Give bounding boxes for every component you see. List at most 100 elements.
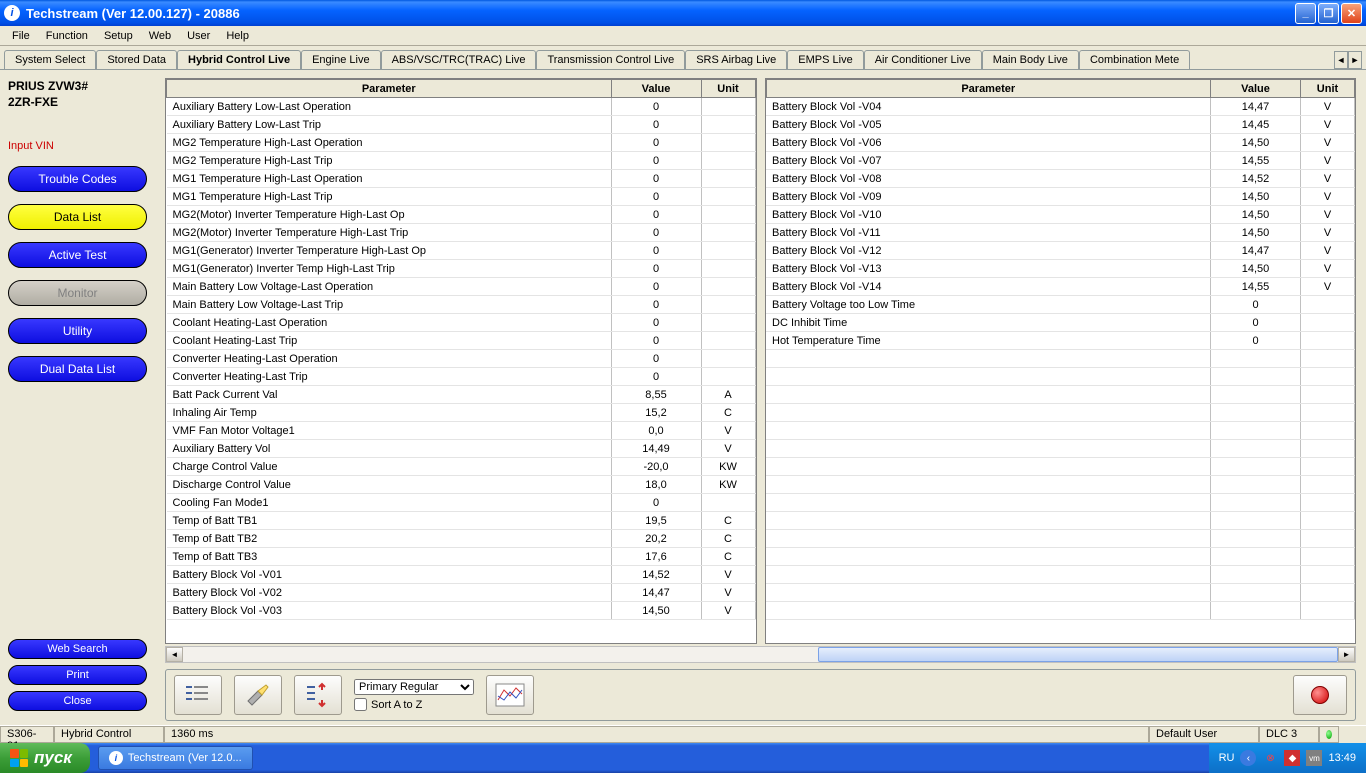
table-row[interactable]: Batt Pack Current Val8,55A [167,386,756,404]
tab-combination-mete[interactable]: Combination Mete [1079,50,1190,69]
trouble-codes-button[interactable]: Trouble Codes [8,166,147,192]
menu-setup[interactable]: Setup [96,28,141,44]
table-row[interactable]: Temp of Batt TB317,6C [167,548,756,566]
table-row[interactable]: Inhaling Air Temp15,2C [167,404,756,422]
tray-vm-icon[interactable]: vm [1306,750,1322,766]
expand-list-button[interactable] [294,675,342,715]
table-row[interactable]: Cooling Fan Mode10 [167,494,756,512]
table-row[interactable]: Battery Block Vol -V0214,47V [167,584,756,602]
menu-file[interactable]: File [4,28,38,44]
record-button[interactable] [1293,675,1347,715]
tab-srs-airbag-live[interactable]: SRS Airbag Live [685,50,787,69]
table-row[interactable]: Auxiliary Battery Vol14,49V [167,440,756,458]
maximize-button[interactable]: ❐ [1318,3,1339,24]
table-row[interactable]: Temp of Batt TB119,5C [167,512,756,530]
sort-checkbox-label[interactable]: Sort A to Z [354,698,474,711]
tab-abs-vsc-trc-trac-live[interactable]: ABS/VSC/TRC(TRAC) Live [381,50,537,69]
scroll-right-icon[interactable]: ► [1338,647,1355,662]
table-row[interactable]: Discharge Control Value18,0KW [167,476,756,494]
dual-data-list-button[interactable]: Dual Data List [8,356,147,382]
tray-security-icon[interactable]: ◆ [1284,750,1300,766]
flashlight-button[interactable] [234,675,282,715]
table-row[interactable]: MG2 Temperature High-Last Operation0 [167,134,756,152]
table-row[interactable]: Auxiliary Battery Low-Last Trip0 [167,116,756,134]
col-value[interactable]: Value [611,80,701,98]
table-row[interactable]: Battery Block Vol -V1414,55V [766,278,1355,296]
table-row[interactable]: Converter Heating-Last Operation0 [167,350,756,368]
table-row[interactable]: MG1 Temperature High-Last Trip0 [167,188,756,206]
table-row[interactable]: MG2(Motor) Inverter Temperature High-Las… [167,224,756,242]
tab-main-body-live[interactable]: Main Body Live [982,50,1079,69]
graph-button[interactable] [486,675,534,715]
table-row[interactable]: Battery Block Vol -V0414,47V [766,98,1355,116]
table-row[interactable]: Battery Block Vol -V0314,50V [167,602,756,620]
table-row[interactable]: DC Inhibit Time0 [766,314,1355,332]
display-mode-select[interactable]: Primary Regular [354,679,474,695]
taskbar-app[interactable]: i Techstream (Ver 12.0... [98,746,253,770]
data-list-button[interactable]: Data List [8,204,147,230]
tab-emps-live[interactable]: EMPS Live [787,50,863,69]
tab-transmission-control-live[interactable]: Transmission Control Live [536,50,685,69]
tab-system-select[interactable]: System Select [4,50,96,69]
table-row[interactable]: VMF Fan Motor Voltage10,0V [167,422,756,440]
system-tray[interactable]: RU ‹ ⊗ ◆ vm 13:49 [1209,743,1366,773]
table-row[interactable]: Battery Block Vol -V0714,55V [766,152,1355,170]
table-row[interactable]: Hot Temperature Time0 [766,332,1355,350]
start-button[interactable]: пуск [0,743,90,773]
tab-engine-live[interactable]: Engine Live [301,50,381,69]
table-row[interactable]: Battery Block Vol -V0814,52V [766,170,1355,188]
menu-function[interactable]: Function [38,28,96,44]
table-row[interactable]: MG2 Temperature High-Last Trip0 [167,152,756,170]
table-row[interactable]: Battery Block Vol -V0614,50V [766,134,1355,152]
horizontal-scrollbar[interactable]: ◄ ► [165,646,1356,663]
col-parameter[interactable]: Parameter [766,80,1211,98]
tab-scroll-left[interactable]: ◄ [1334,51,1348,69]
menu-user[interactable]: User [179,28,218,44]
table-row[interactable]: Coolant Heating-Last Operation0 [167,314,756,332]
tray-lang[interactable]: RU [1219,752,1235,764]
table-row[interactable]: Battery Block Vol -V1314,50V [766,260,1355,278]
close-button[interactable]: Close [8,691,147,711]
table-row[interactable]: MG1(Generator) Inverter Temp High-Last T… [167,260,756,278]
col-parameter[interactable]: Parameter [167,80,612,98]
tab-air-conditioner-live[interactable]: Air Conditioner Live [864,50,982,69]
table-row[interactable]: MG1 Temperature High-Last Operation0 [167,170,756,188]
table-row[interactable]: Main Battery Low Voltage-Last Operation0 [167,278,756,296]
table-row[interactable]: Converter Heating-Last Trip0 [167,368,756,386]
table-row[interactable]: Auxiliary Battery Low-Last Operation0 [167,98,756,116]
sort-checkbox[interactable] [354,698,367,711]
table-row[interactable]: Battery Block Vol -V0114,52V [167,566,756,584]
scroll-thumb[interactable] [818,647,1338,662]
web-search-button[interactable]: Web Search [8,639,147,659]
table-row[interactable]: Charge Control Value-20,0KW [167,458,756,476]
minimize-button[interactable]: _ [1295,3,1316,24]
col-unit[interactable]: Unit [1301,80,1355,98]
table-row[interactable]: Main Battery Low Voltage-Last Trip0 [167,296,756,314]
list-view-button[interactable] [174,675,222,715]
menu-web[interactable]: Web [141,28,179,44]
monitor-button[interactable]: Monitor [8,280,147,306]
tray-chevron-icon[interactable]: ‹ [1240,750,1256,766]
close-window-button[interactable]: ✕ [1341,3,1362,24]
table-row[interactable]: Battery Block Vol -V1114,50V [766,224,1355,242]
table-row[interactable]: Coolant Heating-Last Trip0 [167,332,756,350]
active-test-button[interactable]: Active Test [8,242,147,268]
table-row[interactable]: Battery Block Vol -V0514,45V [766,116,1355,134]
tab-stored-data[interactable]: Stored Data [96,50,177,69]
tray-shield-icon[interactable]: ⊗ [1262,750,1278,766]
col-value[interactable]: Value [1211,80,1301,98]
table-row[interactable]: Battery Block Vol -V0914,50V [766,188,1355,206]
table-row[interactable]: Battery Voltage too Low Time0 [766,296,1355,314]
tab-hybrid-control-live[interactable]: Hybrid Control Live [177,50,301,69]
table-row[interactable]: Battery Block Vol -V1014,50V [766,206,1355,224]
utility-button[interactable]: Utility [8,318,147,344]
table-row[interactable]: Temp of Batt TB220,2C [167,530,756,548]
table-row[interactable]: Battery Block Vol -V1214,47V [766,242,1355,260]
scroll-left-icon[interactable]: ◄ [166,647,183,662]
input-vin-link[interactable]: Input VIN [8,140,147,152]
table-row[interactable]: MG2(Motor) Inverter Temperature High-Las… [167,206,756,224]
menu-help[interactable]: Help [218,28,257,44]
col-unit[interactable]: Unit [701,80,755,98]
tab-scroll-right[interactable]: ► [1348,51,1362,69]
table-row[interactable]: MG1(Generator) Inverter Temperature High… [167,242,756,260]
